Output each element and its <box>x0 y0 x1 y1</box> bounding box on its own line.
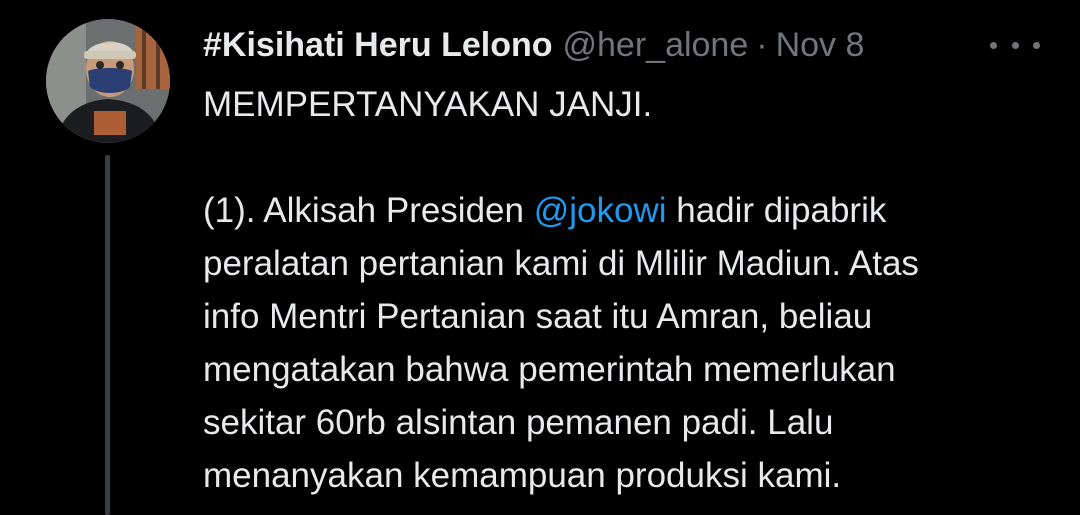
more-horizontal-icon[interactable] <box>990 30 1040 60</box>
user-handle[interactable]: @her_alone <box>563 26 749 65</box>
avatar[interactable] <box>46 19 170 143</box>
tweet-text: MEMPERTANYAKAN JANJI. (1). Alkisah Presi… <box>203 78 1053 502</box>
tweet-text-line: mengatakan bahwa pemerintah memerlukan <box>203 350 896 389</box>
tweet[interactable]: #Kisihati Heru Lelono @her_alone · Nov 8… <box>0 0 1080 515</box>
tweet-text-line: sekitar 60rb alsintan pemanen padi. Lalu <box>203 403 834 442</box>
tweet-text-line: menanyakan kemampuan produksi kami. <box>203 456 842 495</box>
separator-dot: · <box>756 25 768 64</box>
tweet-text-line: MEMPERTANYAKAN JANJI. <box>203 85 653 124</box>
text-segment: (1). Alkisah Presiden <box>203 191 534 230</box>
tweet-text-line: (1). Alkisah Presiden @jokowi hadir dipa… <box>203 184 1053 237</box>
tweet-header: #Kisihati Heru Lelono @her_alone · Nov 8 <box>203 20 864 70</box>
text-segment: hadir dipabrik <box>666 191 887 230</box>
display-name[interactable]: #Kisihati Heru Lelono <box>203 26 553 65</box>
thread-line <box>105 155 110 515</box>
tweet-text-line: info Mentri Pertanian saat itu Amran, be… <box>203 297 873 336</box>
tweet-text-line: peralatan pertanian kami di Mlilir Madiu… <box>203 244 919 283</box>
tweet-date[interactable]: Nov 8 <box>776 26 865 65</box>
mention-link[interactable]: @jokowi <box>534 191 667 230</box>
